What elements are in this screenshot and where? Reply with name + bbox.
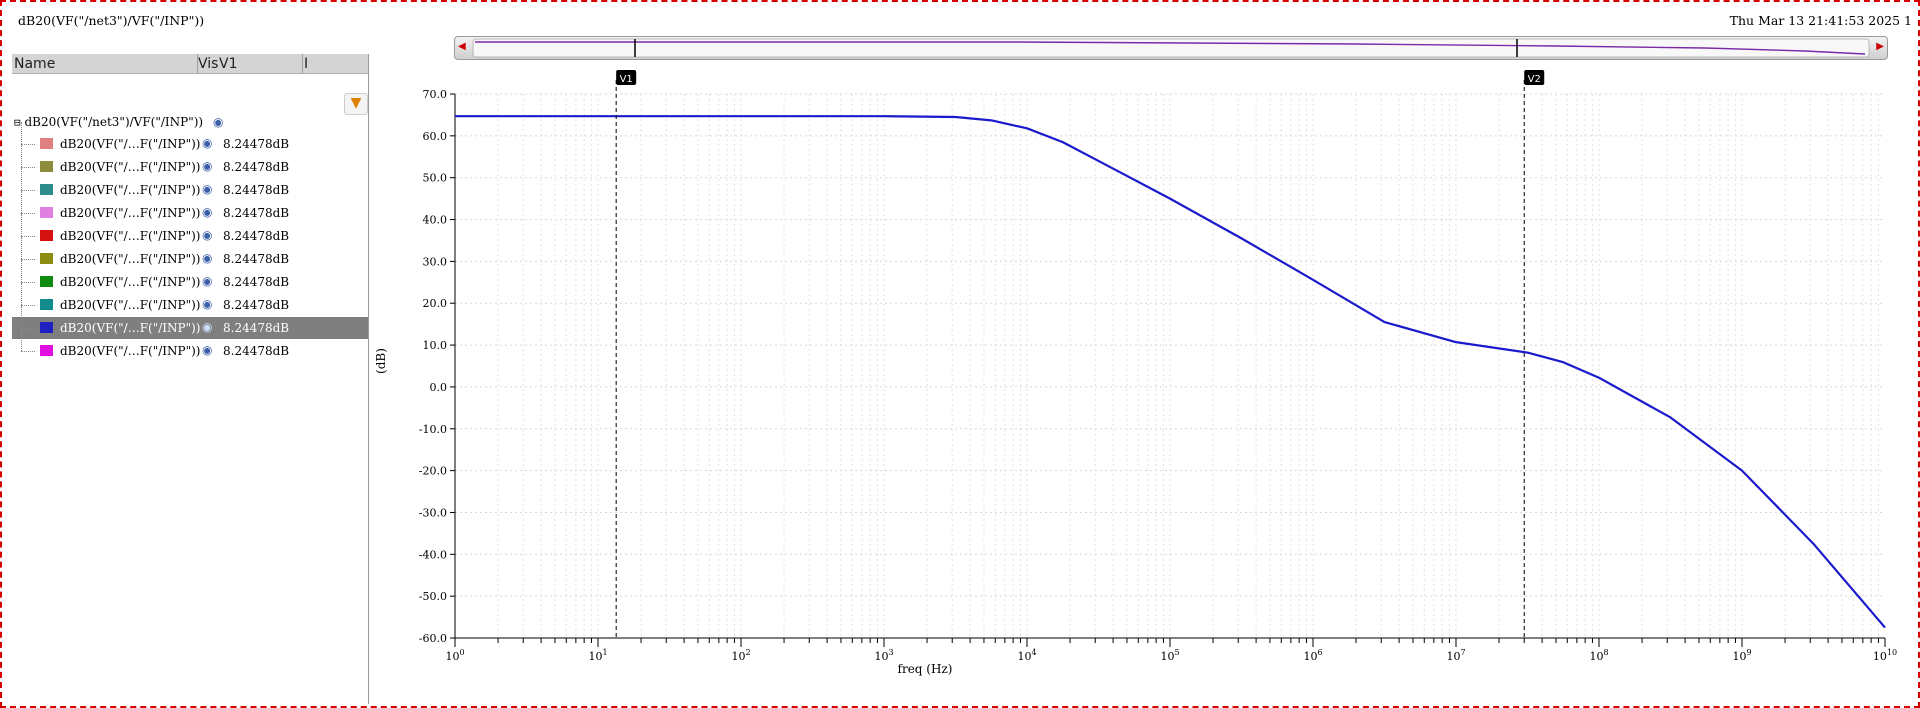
- y-tick-label: -40.0: [419, 548, 447, 561]
- y-tick-label: -10.0: [419, 423, 447, 436]
- x-tick-label: 101: [588, 648, 607, 663]
- y-axis-label: (dB): [374, 348, 388, 374]
- x-tick-label: 106: [1303, 648, 1322, 663]
- y-tick-label: -60.0: [419, 632, 447, 645]
- y-tick-label: -50.0: [419, 590, 447, 603]
- y-tick-label: 40.0: [423, 214, 448, 227]
- x-tick-label: 100: [445, 648, 464, 663]
- cursor-label: V1: [620, 74, 633, 85]
- x-tick-label: 1010: [1873, 648, 1897, 663]
- y-tick-label: 30.0: [423, 255, 448, 268]
- y-tick-label: 70.0: [423, 88, 448, 101]
- bode-chart[interactable]: 70.0 60.0 50.0 40.0 30.0 20.0 10.0 0.0 -10.0 -20.…: [0, 0, 1920, 708]
- x-tick-label: 105: [1160, 648, 1179, 663]
- cursor-label: V2: [1528, 74, 1541, 85]
- y-tick-label: 10.0: [423, 339, 448, 352]
- y-tick-label: 50.0: [423, 172, 448, 185]
- x-tick-label: 103: [874, 648, 893, 663]
- x-tick-label: 107: [1446, 648, 1465, 663]
- x-tick-label: 108: [1589, 648, 1608, 663]
- x-tick-label: 102: [731, 648, 750, 663]
- y-tick-label: 20.0: [423, 297, 448, 310]
- y-tick-label: -20.0: [419, 465, 447, 478]
- y-tick-label: 60.0: [423, 130, 448, 143]
- x-tick-label: 109: [1732, 648, 1751, 663]
- y-tick-label: -30.0: [419, 506, 447, 519]
- y-tick-label: 0.0: [430, 381, 448, 394]
- x-axis-label: freq (Hz): [898, 662, 953, 676]
- x-tick-label: 104: [1017, 648, 1036, 663]
